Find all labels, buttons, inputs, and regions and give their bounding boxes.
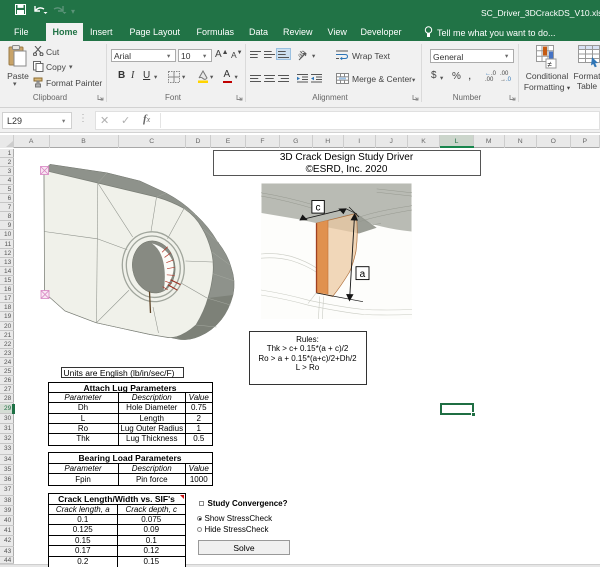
svg-text:a: a [360,269,366,280]
svg-text:ab: ab [298,49,307,60]
svg-text:c: c [316,202,321,213]
svg-text:≠: ≠ [548,60,553,69]
